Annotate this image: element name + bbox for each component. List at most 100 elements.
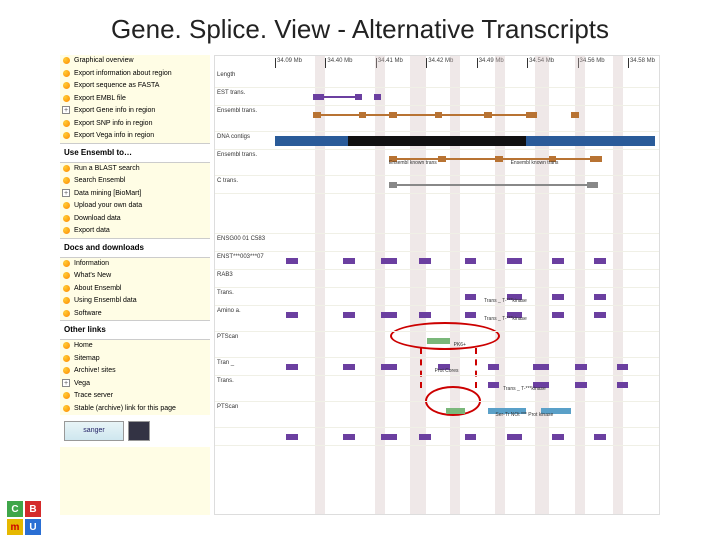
logo-tile-m: m [7, 519, 23, 535]
bullet-icon [63, 367, 70, 374]
feature-label: Ser-Tr NOt *** Prot kinase [495, 412, 553, 418]
sidebar-item[interactable]: Download data [60, 213, 210, 226]
slide-title: Gene. Splice. View - Alternative Transcr… [0, 0, 720, 55]
track-aminoa[interactable]: Amino a. Trans _ T-***kinase [215, 306, 659, 332]
sidebar-item[interactable]: Archive! sites [60, 365, 210, 378]
bullet-icon [63, 95, 70, 102]
sidebar-item[interactable]: What's New [60, 270, 210, 283]
feature-label: Trans _ T-***kinase [484, 316, 527, 322]
bullet-icon [63, 297, 70, 304]
bullet-icon [63, 120, 70, 127]
track-label: Trans. [217, 378, 272, 384]
sanger-logo[interactable]: sanger [64, 421, 124, 441]
sidebar-item[interactable]: Export data [60, 225, 210, 238]
logo-tile-u: U [25, 519, 41, 535]
track-est[interactable]: EST trans. [215, 88, 659, 106]
track-enst[interactable]: ENST***003***07 [215, 252, 659, 270]
sidebar-item-label: Export Vega info in region [74, 132, 154, 139]
sidebar-header-other: Other links [60, 320, 210, 340]
track-label: DNA contigs [217, 134, 272, 140]
sidebar-item[interactable]: Trace server [60, 390, 210, 403]
sidebar-item[interactable]: +Export Gene info in region [60, 105, 210, 118]
track-label: RAB3 [217, 272, 272, 278]
track-cds[interactable]: C trans. [215, 176, 659, 194]
sidebar-item[interactable]: Export sequence as FASTA [60, 80, 210, 93]
ruler-tick: 34.09 Mb [275, 58, 302, 68]
sidebar-item-label: About Ensembl [74, 285, 121, 292]
plus-icon: + [62, 106, 70, 114]
sidebar-item[interactable]: About Ensembl [60, 283, 210, 296]
track-final[interactable] [215, 428, 659, 446]
bullet-icon [63, 260, 70, 267]
track-label: Ensembl trans. [217, 152, 272, 158]
track-label: ENST***003***07 [217, 254, 272, 260]
sidebar-item[interactable]: Using Ensembl data [60, 295, 210, 308]
sidebar-item[interactable]: + Data mining [BioMart] [60, 188, 210, 201]
track-contigs[interactable]: DNA contigs [215, 132, 659, 150]
track-label: Tran _ [217, 360, 272, 366]
track-ensembl-trans[interactable]: Ensembl trans. [215, 106, 659, 132]
feature-label: Trans _ T-***kinase [503, 386, 546, 392]
bullet-icon [63, 177, 70, 184]
content-area: Graphical overview Export information abo… [0, 55, 720, 515]
track-label: C trans. [217, 178, 272, 184]
sidebar-item-label: Export information about region [74, 70, 172, 77]
track-ptscan[interactable]: PTScan PK6+ [215, 332, 659, 358]
sidebar-item[interactable]: Home [60, 340, 210, 353]
bullet-icon [63, 215, 70, 222]
track-spacer [215, 194, 659, 234]
sidebar-item-label: Software [74, 310, 102, 317]
bullet-icon [63, 202, 70, 209]
sidebar-item[interactable]: Search Ensembl [60, 175, 210, 188]
sidebar-item[interactable]: Export SNP info in region [60, 118, 210, 131]
ruler-tick: 34.40 Mb [325, 58, 352, 68]
sidebar-item[interactable]: Graphical overview [60, 55, 210, 68]
bullet-icon [63, 285, 70, 292]
sidebar-item[interactable]: Upload your own data [60, 200, 210, 213]
sidebar-header-docs: Docs and downloads [60, 238, 210, 258]
sidebar-item[interactable]: +Vega [60, 378, 210, 391]
sidebar-item[interactable]: Export Vega info in region [60, 130, 210, 143]
genome-view[interactable]: 34.09 Mb34.40 Mb34.41 Mb34.42 Mb34.49 Mb… [214, 55, 660, 515]
partner-logo[interactable] [128, 421, 150, 441]
feature-label: Trans _ T-***kinase [484, 298, 527, 304]
sidebar-item[interactable]: Software [60, 308, 210, 321]
sidebar-item-label: Export SNP info in region [74, 120, 152, 127]
genome-ruler: 34.09 Mb34.40 Mb34.41 Mb34.42 Mb34.49 Mb… [275, 58, 655, 68]
feature-label: Ensembl known trans [389, 160, 437, 166]
sidebar-logos: sanger [60, 415, 210, 447]
sidebar-item[interactable]: Run a BLAST search [60, 163, 210, 176]
sidebar-item[interactable]: Export information about region [60, 68, 210, 81]
track-ptscan2[interactable]: PTScan Ser-Tr NOt *** Prot kinase [215, 402, 659, 428]
bullet-icon [63, 132, 70, 139]
track-gene-id[interactable]: ENSG00 01 C583 [215, 234, 659, 252]
sidebar-item[interactable]: Export EMBL file [60, 93, 210, 106]
sidebar-item-label: Vega [74, 380, 90, 387]
sidebar-item-label: What's New [74, 272, 111, 279]
track-trans[interactable]: Trans. Trans _ T-***kinase [215, 288, 659, 306]
bullet-icon [63, 227, 70, 234]
track-label: PTScan [217, 334, 272, 340]
plus-icon: + [62, 189, 70, 197]
sidebar-item-label: Data mining [BioMart] [74, 190, 141, 197]
bullet-icon [63, 355, 70, 362]
tracks: Length EST trans. Ensembl trans. [215, 70, 659, 514]
sidebar-item[interactable]: Stable (archive) link for this page [60, 403, 210, 416]
sidebar-item-label: Download data [74, 215, 121, 222]
bullet-icon [63, 165, 70, 172]
sidebar-header-use: Use Ensembl to… [60, 143, 210, 163]
sidebar-item-label: Information [74, 260, 109, 267]
sidebar-item-label: Sitemap [74, 355, 100, 362]
contig-core [348, 136, 526, 146]
feature-label: Prot Cores [435, 368, 459, 374]
logo-tile-c: C [7, 501, 23, 517]
sidebar-item[interactable]: Sitemap [60, 353, 210, 366]
track-tran2[interactable]: Tran _ Prot Cores [215, 358, 659, 376]
sidebar-item-label: Run a BLAST search [74, 165, 140, 172]
track-label: Trans. [217, 290, 272, 296]
bullet-icon [63, 392, 70, 399]
track-trans3[interactable]: Trans. Trans _ T-***kinase [215, 376, 659, 402]
track-ensembl-trans-2[interactable]: Ensembl trans. Ensembl known trans Ensem… [215, 150, 659, 176]
track-rabs[interactable]: RAB3 [215, 270, 659, 288]
sidebar-item[interactable]: Information [60, 258, 210, 271]
